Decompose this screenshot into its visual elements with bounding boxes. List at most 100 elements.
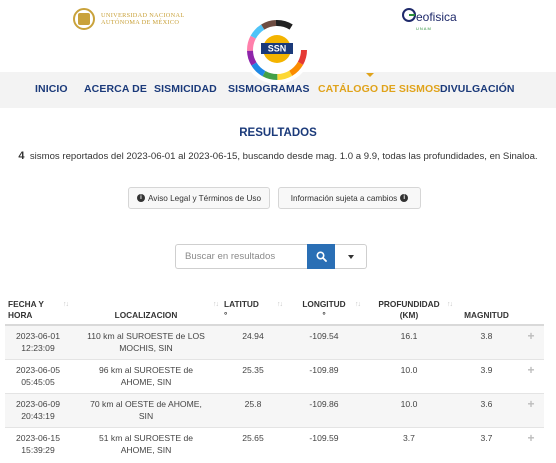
row-time: 15:39:29 [21,444,55,455]
cell-profundidad: 10.0 [363,359,455,394]
sort-icon: ↑↓ [213,301,219,308]
geofisica-logo[interactable]: eofisica UNAM [402,6,457,31]
expand-row-button[interactable]: + [518,359,544,394]
info-icon: i [400,194,409,202]
search-button[interactable] [307,244,335,269]
ssn-rainbow-ring-icon: SSN [247,20,307,80]
row-date: 2023-06-01 [16,331,60,341]
search-group [175,244,367,269]
sort-icon: ↑↓ [63,301,69,308]
cell-longitud: -109.86 [285,393,363,428]
row-location-line2: AHOME, SIN [120,444,172,455]
row-time: 20:43:19 [21,410,55,421]
latitud-header-line2: ° [224,310,228,320]
cell-localizacion: 110 km al SUROESTE de LOS MOCHIS, SIN [71,324,221,360]
globe-icon [402,8,416,22]
col-header-profundidad[interactable]: PROFUNDIDAD (KM) ↑↓ [363,295,455,326]
row-time: 12:23:09 [21,342,55,353]
cell-profundidad: 10.0 [363,393,455,428]
row-location-line2: MOCHIS, SIN [119,342,173,353]
row-date: 2023-06-09 [16,399,60,409]
legal-terms-button[interactable]: i Aviso Legal y Términos de Uso [128,187,270,209]
row-location-line2: SIN [138,410,154,421]
table-row[interactable]: 2023-06-05 05:45:05 96 km al SUROESTE de A… [5,359,544,394]
cell-magnitud: 3.8 [455,324,518,360]
nav-item-inicio[interactable]: INICIO [35,83,68,95]
unam-name: UNIVERSIDAD NACIONAL AUTÓNOMA DE MÉXICO [101,12,184,27]
row-location-line1: 96 km al SUROESTE de [98,365,194,375]
profundidad-header-line2: (KM) [399,310,419,320]
table-row[interactable]: 2023-06-01 12:23:09 110 km al SUROESTE de… [5,324,544,360]
results-summary-text: sismos reportados del 2023-06-01 al 2023… [29,151,538,162]
magnitud-header: MAGNITUD [464,310,509,320]
row-location-line1: 70 km al OESTE de AHOME, [90,399,202,409]
results-count: 4 [18,150,25,162]
caret-down-icon [347,254,354,259]
nav-item-divulgacion[interactable]: DIVULGACIÓN [440,83,515,95]
table-row[interactable]: 2023-06-09 20:43:19 70 km al OESTE de AHO… [5,393,544,428]
unam-logo[interactable]: UNIVERSIDAD NACIONAL AUTÓNOMA DE MÉXICO [73,8,184,30]
col-header-fecha-hora[interactable]: FECHA Y HORA ↑↓ [5,295,71,326]
longitud-header-line2: ° [322,310,326,320]
latitud-header-line1: LATITUD [224,299,259,309]
fecha-header-line1: FECHA Y [8,299,44,309]
fecha-header-line2: HORA [8,310,33,320]
cell-localizacion: 96 km al SUROESTE de AHOME, SIN [71,359,221,394]
localizacion-header: LOCALIZACION [114,310,178,320]
profundidad-header-line1: PROFUNDIDAD [378,299,440,309]
plus-icon: + [527,397,535,411]
expand-row-button[interactable]: + [518,427,544,461]
row-location-line1: 51 km al SUROESTE de [98,433,194,443]
cell-localizacion: 70 km al OESTE de AHOME, SIN [71,393,221,428]
earthquake-results-table: FECHA Y HORA ↑↓ LOCALIZACION ↑↓ LATITUD … [5,295,544,461]
cell-latitud: 25.8 [221,393,285,428]
col-header-longitud[interactable]: LONGITUD ° ↑↓ [285,295,363,326]
search-input[interactable] [175,244,307,269]
search-icon [315,251,327,262]
cell-fecha: 2023-06-09 20:43:19 [5,393,71,428]
col-header-latitud[interactable]: LATITUD ° ↑↓ [221,295,285,326]
cell-latitud: 25.35 [221,359,285,394]
longitud-header-line1: LONGITUD [302,299,346,309]
row-location-line2: AHOME, SIN [120,376,172,387]
cell-fecha: 2023-06-05 05:45:05 [5,359,71,394]
table-row[interactable]: 2023-06-15 15:39:29 51 km al SUROESTE de A… [5,427,544,461]
table-header-row: FECHA Y HORA ↑↓ LOCALIZACION ↑↓ LATITUD … [5,295,544,326]
nav-item-catalogo-de-sismos[interactable]: CATÁLOGO DE SISMOS [318,83,440,95]
ssn-logo-text: SSN [268,44,287,54]
sort-icon: ↑↓ [447,301,453,308]
cell-fecha: 2023-06-01 12:23:09 [5,324,71,360]
expand-row-button[interactable]: + [518,393,544,428]
nav-item-acerca-de[interactable]: ACERCA DE [84,83,147,95]
cell-longitud: -109.59 [285,427,363,461]
row-date: 2023-06-15 [16,433,60,443]
unam-line1: UNIVERSIDAD NACIONAL [101,11,185,19]
active-nav-caret-icon [366,73,374,77]
cell-magnitud: 3.7 [455,427,518,461]
col-header-magnitud[interactable]: MAGNITUD [455,295,518,326]
expand-row-button[interactable]: + [518,324,544,360]
nav-item-sismogramas[interactable]: SISMOGRAMAS [228,83,310,95]
sort-icon: ↑↓ [277,301,283,308]
legal-terms-label: Aviso Legal y Términos de Uso [147,193,261,203]
unam-seal-icon [73,8,95,30]
plus-icon: + [527,329,535,343]
ssn-logo[interactable]: SSN [243,16,311,84]
cell-magnitud: 3.6 [455,393,518,428]
cell-latitud: 24.94 [221,324,285,360]
row-date: 2023-06-05 [16,365,60,375]
cell-longitud: -109.54 [285,324,363,360]
sort-icon: ↑↓ [355,301,361,308]
cell-profundidad: 16.1 [363,324,455,360]
row-location-line1: 110 km al SUROESTE de LOS [87,331,205,341]
info-changes-button[interactable]: Información sujeta a cambios i [278,187,421,209]
col-header-expand [518,295,544,326]
geofisica-text: eofisica [416,10,457,24]
col-header-localizacion[interactable]: LOCALIZACION ↑↓ [71,295,221,326]
nav-item-sismicidad[interactable]: SISMICIDAD [154,83,217,95]
search-options-dropdown[interactable] [335,244,367,269]
plus-icon: + [527,363,535,377]
geofisica-subtext: UNAM [416,26,432,31]
cell-magnitud: 3.9 [455,359,518,394]
cell-profundidad: 3.7 [363,427,455,461]
